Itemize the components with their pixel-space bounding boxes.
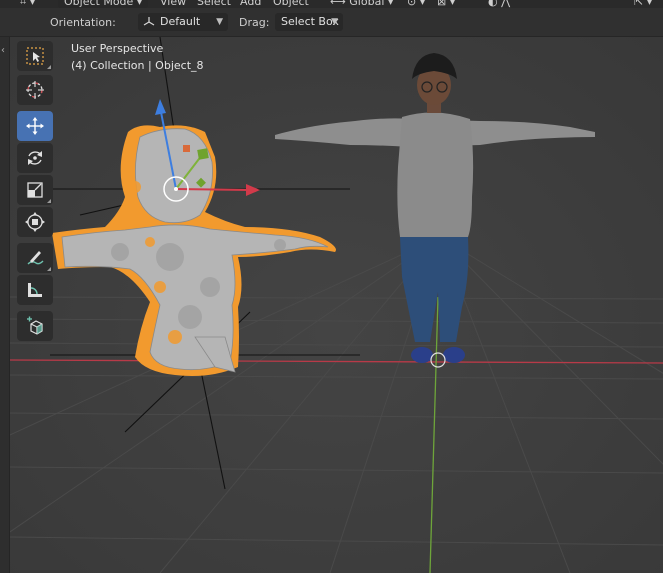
- left-region-strip[interactable]: [0, 37, 10, 573]
- viewport-scene: [10, 37, 663, 573]
- move-tool[interactable]: [17, 111, 53, 141]
- drag-label: Drag:: [239, 16, 270, 29]
- select-box-icon: [26, 47, 44, 65]
- move-icon: [26, 117, 44, 135]
- collection-info-label: (4) Collection | Object_8: [71, 59, 204, 72]
- editor-type-icon[interactable]: ⌗ ▾: [20, 0, 35, 8]
- menu-add[interactable]: Add: [240, 0, 261, 8]
- measure-icon: [28, 283, 42, 297]
- rotate-icon: [28, 151, 42, 165]
- transform-tool[interactable]: [17, 207, 53, 237]
- annotate-icon: [27, 251, 44, 265]
- rotate-tool[interactable]: [17, 143, 53, 173]
- orientation-axis-icon: [143, 17, 155, 26]
- menu-object[interactable]: Object: [273, 0, 309, 8]
- gizmo-icon[interactable]: ⇱ ▾: [634, 0, 652, 8]
- orientation-value: Default: [160, 15, 201, 28]
- editor-header-top: ⌗ ▾ Object Mode ▾ View Select Add Object…: [0, 0, 663, 8]
- pivot-icon[interactable]: ⊙ ▾: [407, 0, 425, 8]
- snap-icon[interactable]: ⊠ ▾: [437, 0, 455, 8]
- proportional-edit-icon[interactable]: ◐ ⋀: [488, 0, 510, 8]
- scale-tool[interactable]: [17, 175, 53, 205]
- orientation-label: Orientation:: [50, 16, 116, 29]
- scale-icon: [27, 182, 43, 198]
- transform-label: Global: [349, 0, 385, 8]
- mode-dropdown[interactable]: Object Mode ▾: [58, 0, 149, 8]
- orientation-dropdown[interactable]: Default ▼: [138, 13, 228, 31]
- mode-label: Object Mode: [64, 0, 134, 8]
- cursor-icon: [26, 81, 44, 99]
- add-cube-icon: [27, 316, 43, 335]
- x-axis-arrow[interactable]: [175, 188, 251, 191]
- chevron-down-icon: ▼: [331, 17, 338, 27]
- expand-arrow-icon[interactable]: ‹: [1, 45, 5, 56]
- view-name-label: User Perspective: [71, 42, 164, 55]
- menu-view[interactable]: View: [160, 0, 186, 8]
- measure-tool[interactable]: [17, 275, 53, 305]
- tool-settings-header: Orientation: Default ▼ Drag: Select Box …: [0, 8, 663, 37]
- transform-orientation-dropdown[interactable]: ⟷ Global ▾: [330, 0, 393, 8]
- select-box-tool[interactable]: [17, 41, 53, 71]
- annotate-tool[interactable]: [17, 243, 53, 273]
- cursor-tool[interactable]: [17, 75, 53, 105]
- 3d-viewport[interactable]: User Perspective (4) Collection | Object…: [10, 37, 663, 573]
- menu-select[interactable]: Select: [197, 0, 231, 8]
- drag-dropdown[interactable]: Select Box ▼: [275, 13, 343, 31]
- transform-icon: [25, 212, 45, 232]
- chevron-down-icon: ▼: [216, 17, 223, 27]
- add-cube-tool[interactable]: [17, 311, 53, 341]
